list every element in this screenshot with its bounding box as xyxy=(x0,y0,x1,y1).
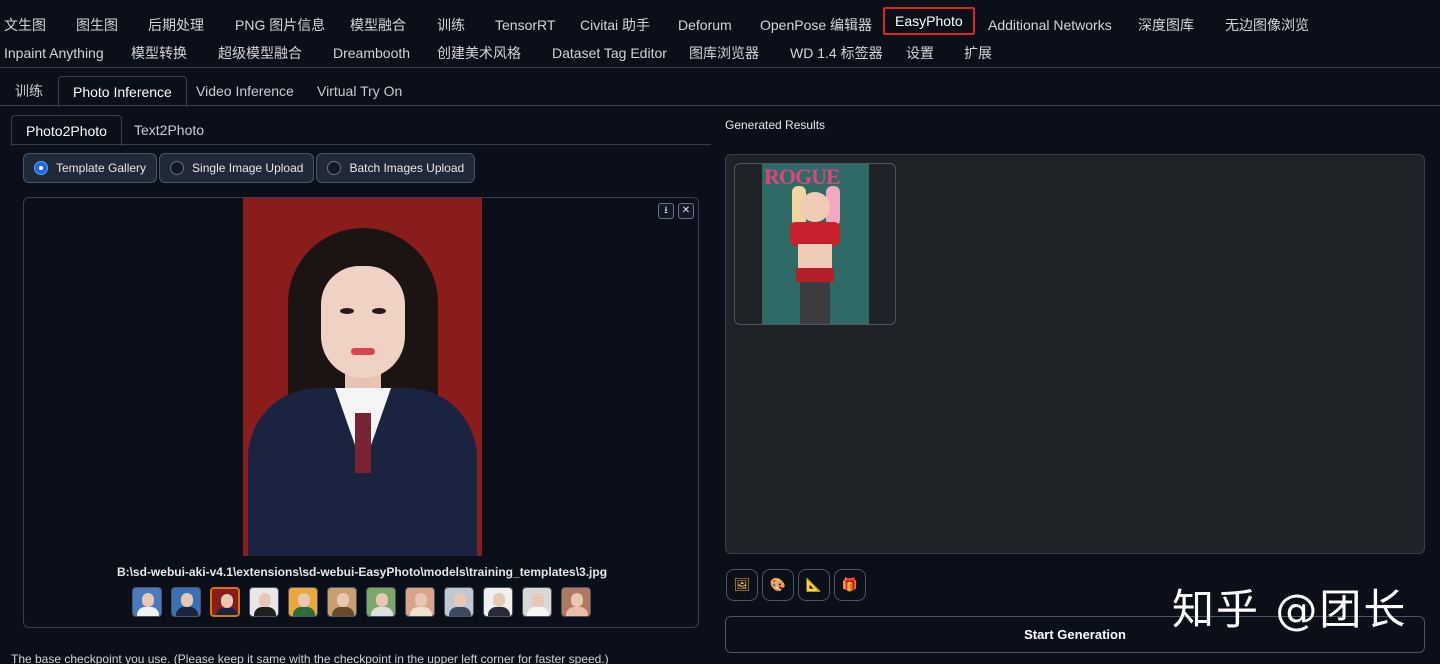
template-gallery: ⭳ ✕ B:\sd-webui-aki-v4.1\extensions\sd-w… xyxy=(23,197,699,628)
image-icon[interactable]: 🖼 xyxy=(726,569,758,601)
sub-tabs-divider xyxy=(0,105,1440,106)
radio-label: Single Image Upload xyxy=(192,161,304,175)
nav-tab-model-converter[interactable]: 模型转换 xyxy=(131,43,187,63)
palette-icon[interactable]: 🎨 xyxy=(762,569,794,601)
mode-tab-photo2photo[interactable]: Photo2Photo xyxy=(11,115,122,146)
template-thumbnail[interactable] xyxy=(327,587,357,617)
nav-tab-settings[interactable]: 设置 xyxy=(906,43,934,63)
template-thumbnail[interactable] xyxy=(366,587,396,617)
nav-tab-train[interactable]: 训练 xyxy=(437,15,465,35)
sub-tab-virtual-try-on[interactable]: Virtual Try On xyxy=(317,76,402,106)
nav-tab-openpose-editor[interactable]: OpenPose 编辑器 xyxy=(760,15,872,35)
nav-tab-extensions[interactable]: 扩展 xyxy=(964,43,992,63)
nav-tab-create-aesthetic[interactable]: 创建美术风格 xyxy=(437,43,521,63)
nav-tab-tensorrt[interactable]: TensorRT xyxy=(495,17,555,33)
nav-tab-dataset-tag-editor[interactable]: Dataset Tag Editor xyxy=(552,45,667,61)
nav-divider xyxy=(0,67,1440,68)
template-thumbnail[interactable] xyxy=(522,587,552,617)
radio-batch-images-upload[interactable]: Batch Images Upload xyxy=(316,153,476,183)
mode-tab-text2photo[interactable]: Text2Photo xyxy=(134,115,204,145)
template-path-caption: B:\sd-webui-aki-v4.1\extensions\sd-webui… xyxy=(116,565,608,579)
template-thumbnail-selected[interactable] xyxy=(210,587,240,617)
nav-tab-depth-library[interactable]: 深度图库 xyxy=(1138,15,1194,35)
radio-checked-icon xyxy=(34,161,48,175)
download-icon[interactable]: ⭳ xyxy=(658,203,674,219)
sub-tab-train[interactable]: 训练 xyxy=(15,76,43,106)
template-thumbnail[interactable] xyxy=(405,587,435,617)
sub-tab-photo-inference[interactable]: Photo Inference xyxy=(58,76,187,107)
upload-mode-radio-group: Template Gallery Single Image Upload Bat… xyxy=(23,153,476,183)
template-thumbnail[interactable] xyxy=(249,587,279,617)
nav-tab-easyphoto[interactable]: EasyPhoto xyxy=(883,7,975,35)
radio-label: Template Gallery xyxy=(56,161,147,175)
nav-tab-checkpoint-merger[interactable]: 模型融合 xyxy=(350,15,406,35)
template-thumbnail[interactable] xyxy=(444,587,474,617)
generated-result-image: ROGUE xyxy=(762,164,869,324)
nav-tab-extras[interactable]: 后期处理 xyxy=(148,15,204,35)
close-icon[interactable]: ✕ xyxy=(678,203,694,219)
template-thumbnail[interactable] xyxy=(483,587,513,617)
radio-unchecked-icon xyxy=(170,161,185,175)
mode-tabs-divider xyxy=(11,144,711,145)
generated-results-label: Generated Results xyxy=(725,118,826,132)
nav-tab-supermerger[interactable]: 超级模型融合 xyxy=(218,43,302,63)
gift-icon[interactable]: 🎁 xyxy=(834,569,866,601)
radio-unchecked-icon xyxy=(327,161,342,175)
nav-tab-dreambooth[interactable]: Dreambooth xyxy=(333,45,410,61)
nav-tab-txt2img[interactable]: 文生图 xyxy=(4,15,46,35)
nav-tab-image-browser[interactable]: 图库浏览器 xyxy=(689,43,759,63)
nav-tab-inpaint-anything[interactable]: Inpaint Anything xyxy=(4,45,104,61)
watermark: 知乎 @团长 xyxy=(1172,585,1408,634)
radio-label: Batch Images Upload xyxy=(349,161,465,175)
gallery-actions: ⭳ ✕ xyxy=(658,203,694,219)
template-thumbnails xyxy=(132,587,591,617)
nav-tab-deforum[interactable]: Deforum xyxy=(678,17,732,33)
template-thumbnail[interactable] xyxy=(561,587,591,617)
radio-template-gallery[interactable]: Template Gallery xyxy=(23,153,158,183)
nav-tab-additional-networks[interactable]: Additional Networks xyxy=(988,17,1112,33)
generated-results-gallery: ROGUE xyxy=(725,154,1425,554)
cover-title: ROGUE xyxy=(764,164,841,189)
nav-tab-img2img[interactable]: 图生图 xyxy=(76,15,118,35)
result-tools: 🖼 🎨 📐 🎁 xyxy=(726,569,866,601)
template-preview-image xyxy=(243,198,482,556)
template-thumbnail[interactable] xyxy=(288,587,318,617)
nav-tab-wd14-tagger[interactable]: WD 1.4 标签器 xyxy=(790,43,883,63)
generated-result-thumbnail[interactable]: ROGUE xyxy=(734,163,896,325)
inference-mode-tabs: Photo2Photo Text2Photo xyxy=(11,115,711,146)
ruler-icon[interactable]: 📐 xyxy=(798,569,830,601)
nav-tab-civitai-helper[interactable]: Civitai 助手 xyxy=(580,15,650,35)
checkpoint-help-text: The base checkpoint you use. (Please kee… xyxy=(11,652,609,664)
template-thumbnail[interactable] xyxy=(132,587,162,617)
easyphoto-sub-tabs: 训练 Photo Inference Video Inference Virtu… xyxy=(0,76,1440,107)
radio-single-image-upload[interactable]: Single Image Upload xyxy=(159,153,315,183)
nav-tab-png-info[interactable]: PNG 图片信息 xyxy=(235,15,325,35)
template-thumbnail[interactable] xyxy=(171,587,201,617)
sub-tab-video-inference[interactable]: Video Inference xyxy=(196,76,294,106)
nav-tab-infinite-image-browsing[interactable]: 无边图像浏览 xyxy=(1225,15,1309,35)
